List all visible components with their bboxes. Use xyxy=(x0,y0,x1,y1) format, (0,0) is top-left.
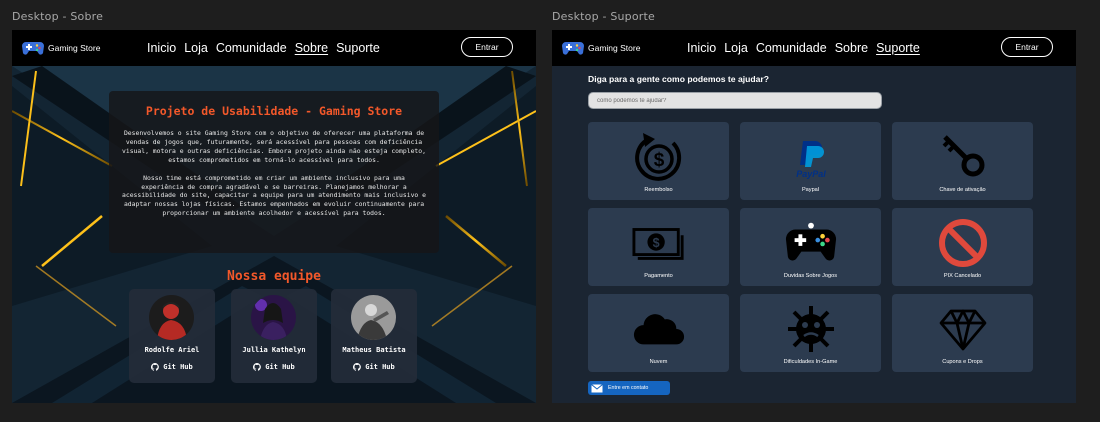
navbar: Gaming Store Inicio Loja Comunidade Sobr… xyxy=(552,30,1076,66)
logo[interactable]: Gaming Store xyxy=(562,39,640,56)
tile-chave-ativacao[interactable]: Chave de ativação xyxy=(892,122,1033,200)
contact-button-label: Entre em contato xyxy=(608,385,649,391)
nav-link-inicio[interactable]: Inicio xyxy=(687,41,716,55)
contact-button[interactable]: Entre em contato xyxy=(588,381,670,395)
tile-paypal[interactable]: PayPal Paypal xyxy=(740,122,881,200)
key-icon xyxy=(936,131,990,183)
member-card: Matheus Batista Git Hub xyxy=(331,289,417,383)
member-name: Rodolfe Ariel xyxy=(144,346,200,354)
tile-label: Pagamento xyxy=(644,273,673,279)
tile-label: Paypal xyxy=(801,187,820,193)
login-button[interactable]: Entrar xyxy=(1001,37,1053,57)
frame-label-suporte: Desktop - Suporte xyxy=(552,10,655,23)
tile-label: Nuvem xyxy=(649,359,668,365)
nav-link-suporte[interactable]: Suporte xyxy=(876,41,920,55)
tile-label: Cupons e Drops xyxy=(942,359,983,365)
tile-duvidas-jogos[interactable]: Duvidas Sobre Jogos xyxy=(740,208,881,286)
suporte-page: Gaming Store Inicio Loja Comunidade Sobr… xyxy=(552,30,1076,403)
svg-text:$: $ xyxy=(652,236,659,250)
svg-text:$: $ xyxy=(653,150,664,171)
github-link[interactable]: Git Hub xyxy=(129,363,215,371)
github-icon xyxy=(253,363,262,371)
nav-link-comunidade[interactable]: Comunidade xyxy=(216,41,287,55)
logo-text: Gaming Store xyxy=(48,42,101,53)
member-card: Jullia Kathelyn Git Hub xyxy=(231,289,317,383)
nav-link-comunidade[interactable]: Comunidade xyxy=(756,41,827,55)
github-link-label: Git Hub xyxy=(265,363,295,371)
nav-link-sobre[interactable]: Sobre xyxy=(835,41,868,55)
team-title: Nossa equipe xyxy=(227,269,321,284)
nav-link-inicio[interactable]: Inicio xyxy=(147,41,176,55)
github-icon xyxy=(353,363,362,371)
github-link-label: Git Hub xyxy=(163,363,193,371)
tile-label: Duvidas Sobre Jogos xyxy=(783,273,838,279)
nav-link-loja[interactable]: Loja xyxy=(724,41,748,55)
nav-link-sobre[interactable]: Sobre xyxy=(295,41,328,55)
diamond-icon xyxy=(936,303,990,355)
nav-links: Inicio Loja Comunidade Sobre Suporte xyxy=(687,41,920,55)
tile-label: Dificuldades In-Game xyxy=(783,359,838,365)
gamepad-logo-icon xyxy=(562,42,584,55)
money-icon: $ xyxy=(631,217,686,269)
cloud-icon xyxy=(632,303,686,355)
tile-pagamento[interactable]: $ Pagamento xyxy=(588,208,729,286)
github-link-label: Git Hub xyxy=(365,363,395,371)
tile-dificuldades[interactable]: Dificuldades In-Game xyxy=(740,294,881,372)
refund-dollar-icon: $ xyxy=(632,131,686,183)
virus-icon xyxy=(784,303,838,355)
logo-text: Gaming Store xyxy=(588,42,641,53)
mail-icon xyxy=(591,383,603,392)
nav-link-loja[interactable]: Loja xyxy=(184,41,208,55)
tile-label: Chave de ativação xyxy=(939,187,986,193)
tile-label: Reembolso xyxy=(644,187,673,193)
member-card: Rodolfe Ariel Git Hub xyxy=(129,289,215,383)
tile-cupons-drops[interactable]: Cupons e Drops xyxy=(892,294,1033,372)
paypal-wordmark: PayPal xyxy=(796,169,826,179)
tile-nuvem[interactable]: Nuvem xyxy=(588,294,729,372)
member-name: Jullia Kathelyn xyxy=(242,346,306,354)
project-paragraph-1: Desenvolvemos o site Gaming Store com o … xyxy=(122,129,426,164)
member-name: Matheus Batista xyxy=(342,346,406,354)
github-icon xyxy=(151,363,160,371)
gamepad-logo-icon xyxy=(22,42,44,55)
support-title: Diga para a gente como podemos te ajudar… xyxy=(588,74,769,84)
avatar xyxy=(251,295,296,340)
gamepad-icon xyxy=(784,217,838,269)
github-link[interactable]: Git Hub xyxy=(231,363,317,371)
project-card: Projeto de Usabilidade - Gaming Store De… xyxy=(109,91,439,253)
navbar: Gaming Store Inicio Loja Comunidade Sobr… xyxy=(12,30,536,66)
avatar xyxy=(149,295,194,340)
nav-link-suporte[interactable]: Suporte xyxy=(336,41,380,55)
github-link[interactable]: Git Hub xyxy=(331,363,417,371)
tile-label: PIX Cancelado xyxy=(943,273,982,279)
nav-links: Inicio Loja Comunidade Sobre Suporte xyxy=(147,41,380,55)
paypal-icon: PayPal xyxy=(784,131,838,183)
support-search-input[interactable] xyxy=(588,92,882,109)
tile-pix-cancelado[interactable]: PIX Cancelado xyxy=(892,208,1033,286)
tile-reembolso[interactable]: $ Reembolso xyxy=(588,122,729,200)
project-paragraph-2: Nosso time está comprometido em criar um… xyxy=(122,173,426,218)
sobre-page: Gaming Store Inicio Loja Comunidade Sobr… xyxy=(12,30,536,403)
avatar xyxy=(351,295,396,340)
project-title: Projeto de Usabilidade - Gaming Store xyxy=(145,104,403,118)
login-button[interactable]: Entrar xyxy=(461,37,513,57)
frame-label-sobre: Desktop - Sobre xyxy=(12,10,104,23)
logo[interactable]: Gaming Store xyxy=(22,39,100,56)
forbidden-icon xyxy=(936,217,990,269)
